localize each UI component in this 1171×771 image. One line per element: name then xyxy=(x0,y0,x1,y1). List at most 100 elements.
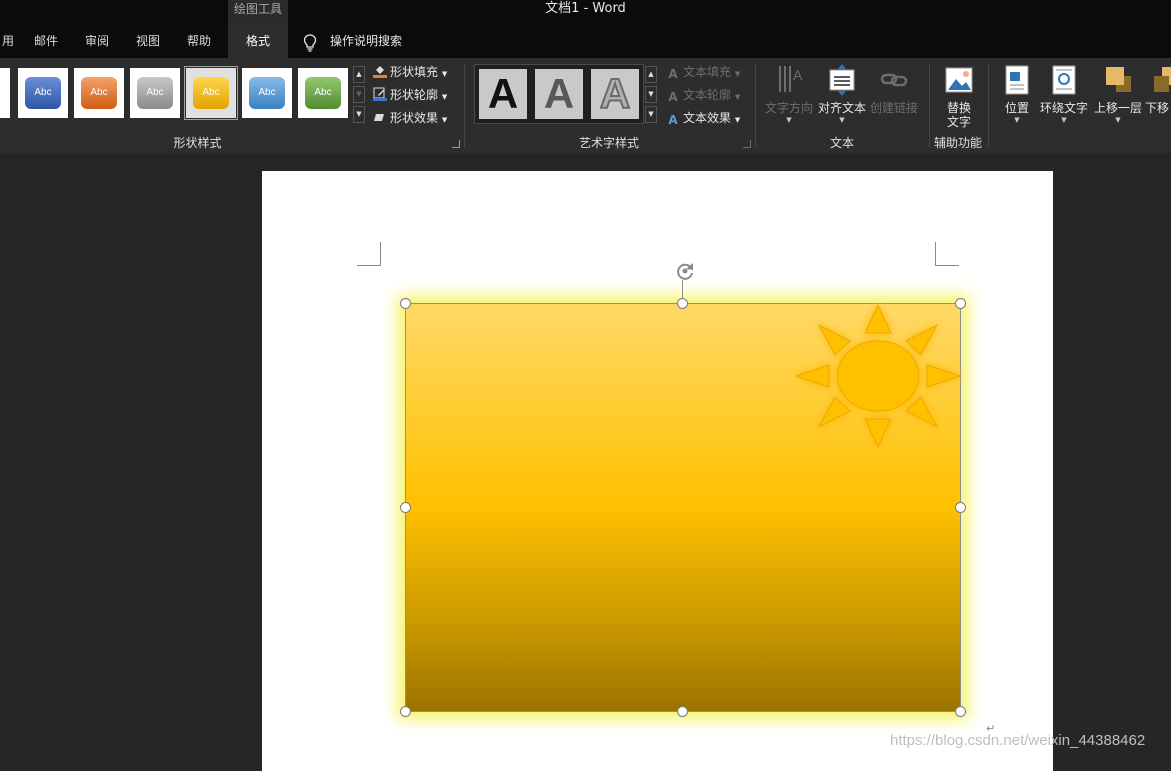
margin-corner-mark xyxy=(357,242,381,266)
wordart-style-item[interactable]: A xyxy=(535,69,583,119)
shape-style-item[interactable]: Abc xyxy=(130,68,180,118)
text-fill-icon: A xyxy=(668,67,678,81)
group-label-wordart-styles: 艺术字样式 xyxy=(578,136,639,150)
group-divider xyxy=(988,64,989,148)
shape-fill-label: 形状填充 xyxy=(390,65,439,79)
shape-style-item[interactable] xyxy=(0,68,10,118)
text-direction-label: 文字方向 xyxy=(764,101,813,115)
bring-forward-icon xyxy=(1106,67,1131,92)
shape-effects-label: 形状效果 xyxy=(390,111,439,125)
alt-text-icon xyxy=(945,67,973,93)
position-icon xyxy=(1005,65,1029,95)
dialog-launcher-icon[interactable] xyxy=(743,140,751,148)
wrap-text-icon xyxy=(1052,65,1076,95)
text-outline-icon: A xyxy=(668,90,678,104)
tell-me-search[interactable]: 操作说明搜索 xyxy=(330,27,402,58)
gallery-more-button[interactable]: ▼ xyxy=(353,106,365,123)
margin-corner-mark xyxy=(935,242,959,266)
wordart-gallery: A A A xyxy=(474,64,644,124)
group-label-text: 文本 xyxy=(829,136,854,150)
paint-bucket-icon xyxy=(373,66,387,78)
align-text-label: 对齐文本 xyxy=(817,101,866,115)
wrap-text-label: 环绕文字 xyxy=(1039,101,1088,115)
tab-format[interactable]: 格式 xyxy=(228,27,288,58)
shape-fill-button[interactable]: 形状填充 ▼ xyxy=(373,62,447,82)
dropdown-caret-icon: ▼ xyxy=(786,116,792,124)
wordart-style-item[interactable]: A xyxy=(479,69,527,119)
create-link-button[interactable]: 创建链接 xyxy=(868,64,920,115)
watermark-text: https://blog.csdn.net/weixin_44388462 xyxy=(890,732,1146,749)
shape-style-item[interactable]: Abc xyxy=(74,68,124,118)
wordart-scroll-up-button[interactable]: ▲ xyxy=(645,66,657,83)
ribbon: Abc Abc Abc Abc Abc Abc ▲ ▼ ▼ 形状填充 ▼ 形状轮… xyxy=(0,58,1171,153)
dropdown-caret-icon: ▼ xyxy=(839,116,845,124)
group-label-shape-styles: 形状样式 xyxy=(173,136,222,150)
send-backward-icon xyxy=(1154,67,1171,92)
wordart-scroll-down-button[interactable]: ▼ xyxy=(645,86,657,103)
resize-handle-bottom-left[interactable] xyxy=(400,706,411,717)
alt-text-button[interactable]: 替换 文字 xyxy=(934,64,984,129)
shape-style-item-selected[interactable]: Abc xyxy=(184,66,238,120)
wordart-style-item[interactable]: A xyxy=(591,69,639,119)
tab-view[interactable]: 视图 xyxy=(128,27,168,58)
resize-handle-bottom[interactable] xyxy=(677,706,688,717)
tab-review[interactable]: 审阅 xyxy=(77,27,117,58)
tab-mailings[interactable]: 邮件 xyxy=(26,27,66,58)
resize-handle-left[interactable] xyxy=(400,502,411,513)
resize-handle-top[interactable] xyxy=(677,298,688,309)
text-effects-icon: A xyxy=(668,113,678,127)
gallery-scroll-down-button[interactable]: ▼ xyxy=(353,86,365,103)
shape-style-item[interactable]: Abc xyxy=(242,68,292,118)
text-effects-button[interactable]: A 文本效果 ▼ xyxy=(666,108,740,128)
position-label: 位置 xyxy=(1004,101,1029,115)
wordart-more-button[interactable]: ▼ xyxy=(645,106,657,123)
text-effects-label: 文本效果 xyxy=(683,111,732,125)
position-button[interactable]: 位置 ▼ xyxy=(996,64,1038,125)
rotate-handle-icon[interactable] xyxy=(673,259,697,283)
text-fill-button[interactable]: A 文本填充 ▼ xyxy=(666,62,740,82)
sun-shape[interactable] xyxy=(795,303,965,449)
resize-handle-top-right[interactable] xyxy=(955,298,966,309)
align-text-button[interactable]: 对齐文本 ▼ xyxy=(816,64,868,125)
shape-style-swatch: Abc xyxy=(25,77,61,109)
alt-text-label-line2: 文字 xyxy=(946,115,971,129)
text-fill-label: 文本填充 xyxy=(683,65,732,79)
align-text-icon xyxy=(829,64,855,96)
lightbulb-icon[interactable] xyxy=(303,34,317,52)
shape-effects-button[interactable]: 形状效果 ▼ xyxy=(373,108,447,128)
dialog-launcher-icon[interactable] xyxy=(452,140,460,148)
create-link-label: 创建链接 xyxy=(869,101,918,115)
bring-forward-label: 上移一层 xyxy=(1093,101,1142,115)
alt-text-label-line1: 替换 xyxy=(946,101,971,115)
document-title: 文档1 - Word xyxy=(545,1,626,16)
tab-help[interactable]: 帮助 xyxy=(179,27,219,58)
tab-references[interactable]: 用 xyxy=(0,27,16,58)
shape-style-swatch: Abc xyxy=(137,77,173,109)
svg-text:A: A xyxy=(793,67,803,83)
shape-outline-button[interactable]: 形状轮廓 ▼ xyxy=(373,85,447,105)
ribbon-tabs: 用 邮件 审阅 视图 帮助 格式 xyxy=(0,27,1171,58)
send-backward-label: 下移 xyxy=(1145,101,1170,115)
shape-style-swatch: Abc xyxy=(81,77,117,109)
bring-forward-button[interactable]: 上移一层 ▼ xyxy=(1092,64,1144,125)
link-icon xyxy=(880,73,908,87)
text-outline-button[interactable]: A 文本轮廓 ▼ xyxy=(666,85,740,105)
shape-style-swatch: Abc xyxy=(305,77,341,109)
shape-style-item[interactable]: Abc xyxy=(298,68,348,118)
resize-handle-right[interactable] xyxy=(955,502,966,513)
shape-outline-label: 形状轮廓 xyxy=(390,88,439,102)
shape-style-swatch: Abc xyxy=(193,77,229,109)
resize-handle-top-left[interactable] xyxy=(400,298,411,309)
text-direction-button[interactable]: A 文字方向 ▼ xyxy=(762,64,816,125)
gallery-scroll-up-button[interactable]: ▲ xyxy=(353,66,365,83)
dropdown-caret-icon: ▼ xyxy=(1014,116,1020,124)
pen-outline-icon xyxy=(373,87,387,101)
shape-style-item[interactable]: Abc xyxy=(18,68,68,118)
text-direction-icon: A xyxy=(779,66,803,92)
dropdown-caret-icon: ▼ xyxy=(1115,116,1121,124)
wrap-text-button[interactable]: 环绕文字 ▼ xyxy=(1038,64,1090,125)
send-backward-button[interactable]: 下移 xyxy=(1144,64,1171,115)
group-label-accessibility: 辅助功能 xyxy=(933,136,982,150)
title-bar: 绘图工具 文档1 - Word xyxy=(0,0,1171,27)
resize-handle-bottom-right[interactable] xyxy=(955,706,966,717)
